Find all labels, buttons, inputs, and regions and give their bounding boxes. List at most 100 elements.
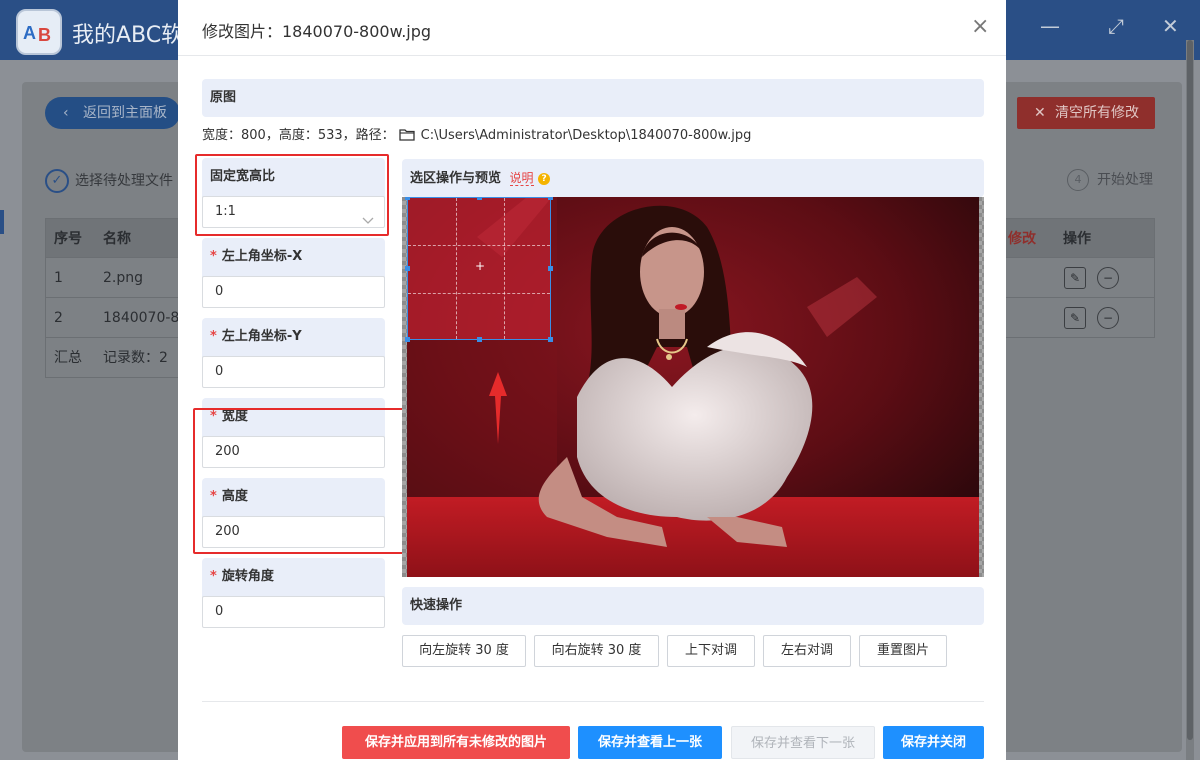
x-coordinate-label: 左上角坐标-X (221, 249, 303, 264)
resize-handle-se[interactable] (548, 337, 553, 342)
y-coordinate-label-wrap: * 左上角坐标-Y (210, 318, 302, 356)
save-close-button[interactable]: 保存并关闭 (883, 726, 984, 759)
height-field: * 高度 200 (202, 478, 385, 548)
chevron-down-icon (362, 207, 374, 237)
help-link[interactable]: 说明 (509, 171, 534, 186)
row-name: 2.png (103, 270, 144, 286)
dialog-title: 修改图片：1840070-800w.jpg (202, 22, 432, 41)
width-input[interactable]: 200 (202, 436, 385, 468)
crop-grid-line (504, 198, 505, 339)
clear-all-button[interactable]: ✕ 清空所有修改 (1017, 97, 1155, 129)
summary-count: 记录数：2 (103, 350, 168, 366)
rotation-field: * 旋转角度 0 (202, 558, 385, 628)
resize-handle-s[interactable] (477, 337, 482, 342)
quick-ops-section-label: 快速操作 (410, 598, 463, 613)
preview-section-label: 选区操作与预览 (410, 171, 502, 186)
column-header-index: 序号 (54, 231, 82, 247)
column-header-modify: 修改 (1008, 231, 1036, 247)
column-header-actions: 操作 (1063, 231, 1091, 247)
save-next-button[interactable]: 保存并查看下一张 (731, 726, 875, 759)
width-label-wrap: * 宽度 (210, 398, 248, 436)
crop-grid-line (408, 245, 550, 246)
aspect-ratio-label: 固定宽高比 (210, 169, 276, 184)
y-coordinate-field: * 左上角坐标-Y 0 (202, 318, 385, 388)
crop-preview-area[interactable]: + (402, 197, 984, 577)
width-label: 宽度 (221, 409, 248, 424)
edit-icon[interactable]: ✎ (1064, 267, 1086, 289)
aspect-ratio-select[interactable]: 1:1 (202, 196, 385, 228)
required-mark: * (210, 329, 217, 344)
edit-icon[interactable]: ✎ (1064, 307, 1086, 329)
aspect-ratio-value: 1:1 (215, 204, 236, 219)
step-start-processing-label: 开始处理 (1097, 172, 1153, 188)
back-to-main-label: 返回到主面板 (83, 105, 167, 121)
step-select-files-label: 选择待处理文件 (75, 173, 173, 189)
original-dimensions: 宽度：800，高度：533，路径： (202, 128, 395, 143)
back-to-main-button[interactable]: ‹ 返回到主面板 (45, 97, 180, 129)
original-section-label: 原图 (210, 90, 237, 105)
resize-handle-nw[interactable] (405, 197, 410, 200)
required-mark: * (210, 409, 217, 424)
resize-handle-e[interactable] (548, 266, 553, 271)
x-coordinate-field: * 左上角坐标-X 0 (202, 238, 385, 308)
column-header-name: 名称 (103, 231, 131, 247)
y-coordinate-label: 左上角坐标-Y (221, 329, 302, 344)
crop-selection-box[interactable]: + (405, 197, 553, 342)
rotate-left-button[interactable]: 向左旋转 30 度 (402, 635, 526, 667)
x-coordinate-input[interactable]: 0 (202, 276, 385, 308)
height-input[interactable]: 200 (202, 516, 385, 548)
quick-ops-section-header: 快速操作 (402, 587, 984, 625)
rotation-label-wrap: * 旋转角度 (210, 558, 274, 596)
resize-handle-ne[interactable] (548, 197, 553, 200)
save-apply-all-button[interactable]: 保存并应用到所有未修改的图片 (342, 726, 570, 759)
summary-label: 汇总 (54, 350, 82, 366)
resize-handle-n[interactable] (477, 197, 482, 200)
help-icon[interactable]: ? (538, 173, 551, 185)
height-label-wrap: * 高度 (210, 478, 248, 516)
rotate-right-button[interactable]: 向右旋转 30 度 (534, 635, 659, 667)
flip-horizontal-button[interactable]: 左右对调 (763, 635, 851, 667)
original-info: 宽度：800，高度：533，路径： C:\Users\Administrator\… (202, 124, 751, 145)
remove-icon[interactable]: − (1097, 267, 1119, 289)
original-path: C:\Users\Administrator\Desktop\1840070-8… (420, 128, 752, 143)
close-icon[interactable]: × (971, 14, 989, 39)
arrow-up-icon (489, 372, 507, 444)
crosshair-icon: + (475, 259, 486, 273)
step-start-processing[interactable]: 4 开始处理 (1067, 169, 1153, 191)
rotation-input[interactable]: 0 (202, 596, 385, 628)
reset-image-button[interactable]: 重置图片 (859, 635, 947, 667)
original-section-header: 原图 (202, 79, 984, 117)
step-select-files[interactable]: ✓ 选择待处理文件 (45, 169, 173, 193)
required-mark: * (210, 249, 217, 264)
save-prev-button[interactable]: 保存并查看上一张 (578, 726, 722, 759)
resize-handle-sw[interactable] (405, 337, 410, 342)
y-coordinate-input[interactable]: 0 (202, 356, 385, 388)
required-mark: * (210, 569, 217, 584)
x-coordinate-label-wrap: * 左上角坐标-X (210, 238, 302, 276)
footer-divider (202, 701, 984, 702)
row-index: 2 (54, 310, 63, 326)
app-scrollbar-thumb[interactable] (1187, 40, 1193, 740)
row-name: 1840070-80 (103, 310, 189, 326)
app-logo: AB (16, 9, 62, 55)
app-scrollbar[interactable] (1186, 40, 1194, 760)
remove-icon[interactable]: − (1097, 307, 1119, 329)
app-title: 我的ABC软 (72, 23, 184, 48)
dialog-header: 修改图片：1840070-800w.jpg × (178, 0, 1006, 56)
maximize-icon[interactable]: ⤢ (1108, 14, 1124, 38)
close-icon: ✕ (1034, 105, 1046, 121)
resize-handle-w[interactable] (405, 266, 410, 271)
check-icon: ✓ (45, 169, 69, 193)
step-number-badge: 4 (1067, 169, 1089, 191)
crop-grid-line (456, 198, 457, 339)
height-label: 高度 (221, 489, 248, 504)
row-index: 1 (54, 270, 63, 286)
minimize-icon[interactable]: — (1040, 14, 1060, 38)
chevron-left-icon: ‹ (63, 105, 69, 121)
required-mark: * (210, 489, 217, 504)
rotation-label: 旋转角度 (221, 569, 274, 584)
width-field: * 宽度 200 (202, 398, 385, 468)
window-close-icon[interactable]: ✕ (1162, 14, 1179, 38)
flip-vertical-button[interactable]: 上下对调 (667, 635, 755, 667)
folder-icon (398, 128, 415, 145)
